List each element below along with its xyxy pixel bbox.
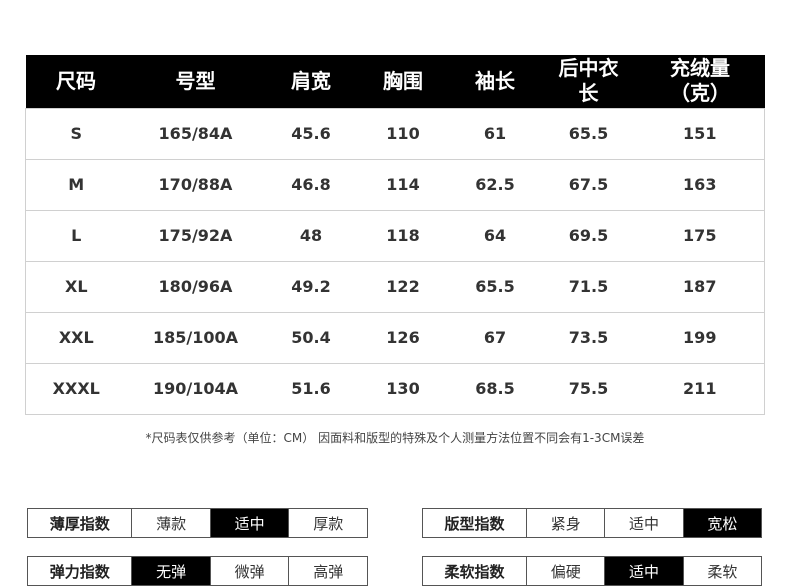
table-row: L 175/92A 48 118 64 69.5 175 xyxy=(25,209,765,261)
header-back-length: 后中衣长 xyxy=(558,56,619,106)
cell-sleeve-length: 68.5 xyxy=(448,362,542,414)
index-title: 薄厚指数 xyxy=(49,514,110,533)
table-row: XXL 185/100A 50.4 126 67 73.5 199 xyxy=(25,311,765,363)
cell-chest: 114 xyxy=(357,158,449,210)
cell-down-fill: 163 xyxy=(635,158,765,210)
size-chart-header-row: 尺码 号型 肩宽 胸围 袖长 后中衣长 充绒量 （克） xyxy=(25,55,765,108)
cell-body-type: 185/100A xyxy=(126,311,265,363)
cell-back-length: 71.5 xyxy=(541,260,636,312)
index-option: 紧身 xyxy=(526,509,604,537)
cell-down-fill: 151 xyxy=(635,107,765,159)
cell-back-length: 67.5 xyxy=(541,158,636,210)
size-chart-table: 尺码 号型 肩宽 胸围 袖长 后中衣长 充绒量 （克） S 165/84A 45.… xyxy=(25,55,765,415)
cell-shoulder-width: 48 xyxy=(264,209,358,261)
table-row: M 170/88A 46.8 114 62.5 67.5 163 xyxy=(25,158,765,210)
cell-sleeve-length: 61 xyxy=(448,107,542,159)
header-sleeve-length: 袖长 xyxy=(475,68,515,93)
cell-shoulder-width: 50.4 xyxy=(264,311,358,363)
cell-shoulder-width: 49.2 xyxy=(264,260,358,312)
cell-sleeve-length: 67 xyxy=(448,311,542,363)
cell-back-length: 75.5 xyxy=(541,362,636,414)
cell-size: L xyxy=(25,209,127,261)
cell-down-fill: 199 xyxy=(635,311,765,363)
cell-back-length: 69.5 xyxy=(541,209,636,261)
cell-sleeve-length: 62.5 xyxy=(448,158,542,210)
cell-chest: 118 xyxy=(357,209,449,261)
cell-size: XL xyxy=(25,260,127,312)
cell-size: S xyxy=(25,107,127,159)
cell-back-length: 65.5 xyxy=(541,107,636,159)
header-body-type: 号型 xyxy=(175,68,216,93)
header-down-fill: 充绒量 （克） xyxy=(670,56,730,106)
cell-down-fill: 211 xyxy=(635,362,765,414)
cell-shoulder-width: 45.6 xyxy=(264,107,358,159)
index-option: 柔软 xyxy=(682,557,761,585)
cell-body-type: 180/96A xyxy=(126,260,265,312)
index-option: 适中 xyxy=(604,509,682,537)
index-option: 高弹 xyxy=(288,557,367,585)
header-size: 尺码 xyxy=(56,68,96,93)
cell-chest: 122 xyxy=(357,260,449,312)
header-chest: 胸围 xyxy=(383,68,423,93)
elasticity-index: 弹力指数 无弹 微弹 高弹 xyxy=(27,556,368,586)
cell-body-type: 165/84A xyxy=(126,107,265,159)
cell-body-type: 190/104A xyxy=(126,362,265,414)
index-option-selected: 适中 xyxy=(209,509,289,537)
cell-back-length: 73.5 xyxy=(541,311,636,363)
fit-index: 版型指数 紧身 适中 宽松 xyxy=(422,508,762,538)
cell-size: XXL xyxy=(25,311,127,363)
cell-down-fill: 175 xyxy=(635,209,765,261)
cell-shoulder-width: 51.6 xyxy=(264,362,358,414)
cell-sleeve-length: 64 xyxy=(448,209,542,261)
index-option: 薄款 xyxy=(131,509,210,537)
thickness-index: 薄厚指数 薄款 适中 厚款 xyxy=(27,508,368,538)
cell-shoulder-width: 46.8 xyxy=(264,158,358,210)
index-option: 微弹 xyxy=(209,557,289,585)
cell-size: M xyxy=(25,158,127,210)
table-row: S 165/84A 45.6 110 61 65.5 151 xyxy=(25,107,765,159)
cell-chest: 126 xyxy=(357,311,449,363)
index-option-selected: 宽松 xyxy=(682,509,762,537)
cell-body-type: 175/92A xyxy=(126,209,265,261)
size-disclaimer-note: *尺码表仅供参考（单位：CM） 因面料和版型的特殊及个人测量方法位置不同会有1-… xyxy=(145,431,645,445)
header-shoulder-width: 肩宽 xyxy=(291,68,331,93)
softness-index: 柔软指数 偏硬 适中 柔软 xyxy=(422,556,762,586)
index-title: 柔软指数 xyxy=(444,562,505,581)
index-option-selected: 无弹 xyxy=(131,557,210,585)
cell-sleeve-length: 65.5 xyxy=(448,260,542,312)
index-option: 厚款 xyxy=(288,509,367,537)
cell-body-type: 170/88A xyxy=(126,158,265,210)
table-row: XXXL 190/104A 51.6 130 68.5 75.5 211 xyxy=(25,362,765,414)
cell-size: XXXL xyxy=(25,362,127,414)
index-title: 弹力指数 xyxy=(49,562,110,581)
cell-down-fill: 187 xyxy=(635,260,765,312)
cell-chest: 130 xyxy=(357,362,449,414)
table-row: XL 180/96A 49.2 122 65.5 71.5 187 xyxy=(25,260,765,312)
index-option-selected: 适中 xyxy=(604,557,683,585)
cell-chest: 110 xyxy=(357,107,449,159)
index-option: 偏硬 xyxy=(526,557,604,585)
index-title: 版型指数 xyxy=(444,514,505,533)
